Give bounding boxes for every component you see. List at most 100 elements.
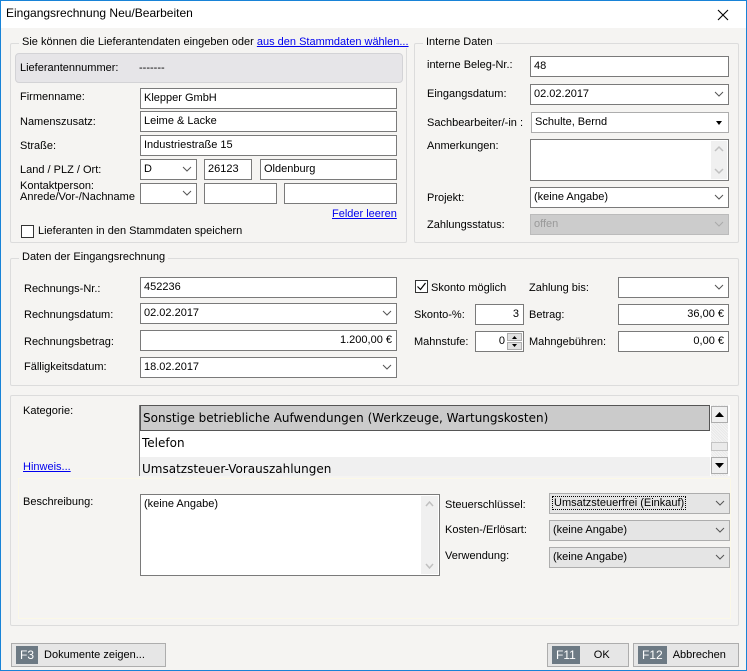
- payment-status-select: offen: [530, 214, 729, 235]
- ok-label: OK: [593, 649, 610, 661]
- close-icon: [717, 9, 729, 21]
- street-label: Straße:: [20, 140, 57, 152]
- ok-button[interactable]: F11 OK: [547, 643, 629, 667]
- clear-fields-link[interactable]: Felder leeren: [332, 208, 397, 220]
- pay-by-label: Zahlung bis:: [529, 282, 589, 294]
- payment-status-label: Zahlungsstatus:: [427, 219, 505, 231]
- street-input[interactable]: Industriestraße 15: [140, 135, 397, 156]
- dunning-fee-label: Mahngebühren:: [529, 336, 607, 348]
- chevron-down-icon: [714, 91, 724, 97]
- save-supplier-checkbox[interactable]: [21, 225, 34, 238]
- description-label: Beschreibung:: [23, 496, 94, 508]
- company-label: Firmenname:: [20, 91, 85, 103]
- doc-no-input[interactable]: 48: [530, 56, 729, 77]
- doc-no-label: interne Beleg-Nr.:: [427, 59, 513, 71]
- notes-label: Anmerkungen:: [427, 140, 499, 152]
- chevron-down-icon: [715, 554, 725, 560]
- pay-by-picker[interactable]: [618, 277, 729, 298]
- dunning-level-label: Mahnstufe:: [414, 336, 469, 348]
- show-documents-label: Dokumente zeigen...: [44, 649, 145, 661]
- notes-scrollbar[interactable]: [711, 141, 727, 179]
- scroll-up-icon: [425, 500, 434, 507]
- cost-type-select[interactable]: (keine Angabe): [549, 520, 730, 541]
- contact-label-line2: Anrede/Vor-/Nachname: [20, 191, 135, 203]
- cost-type-label: Kosten-/Erlösart:: [445, 524, 527, 536]
- country-select[interactable]: D: [140, 159, 197, 180]
- lastname-input[interactable]: [284, 183, 397, 204]
- category-scrollbar[interactable]: [711, 405, 728, 476]
- category-label: Kategorie:: [23, 405, 74, 417]
- f11-key-badge: F11: [552, 646, 580, 664]
- window-title: Eingangsrechnung Neu/Bearbeiten: [6, 6, 193, 20]
- arrow-up-icon: [512, 336, 517, 339]
- description-textarea[interactable]: (keine Angabe): [140, 494, 440, 576]
- chevron-down-icon: [714, 284, 724, 290]
- discount-amount-input[interactable]: 36,00 €: [618, 304, 729, 325]
- name-suffix-input[interactable]: Leime & Lacke: [140, 111, 397, 132]
- notes-textarea[interactable]: [530, 139, 729, 181]
- category-item-selected[interactable]: Sonstige betriebliche Aufwendungen (Werk…: [140, 405, 710, 431]
- internal-data-legend: Interne Daten: [423, 36, 496, 48]
- dunning-fee-input[interactable]: 0,00 €: [618, 331, 729, 352]
- country-zip-city-label: Land / PLZ / Ort:: [20, 164, 102, 176]
- supplier-number-value: -------: [139, 62, 165, 74]
- chevron-down-icon: [714, 221, 724, 227]
- description-scrollbar[interactable]: [421, 496, 438, 574]
- zip-input[interactable]: 26123: [204, 159, 252, 180]
- cancel-button[interactable]: F12 Abbrechen: [633, 643, 739, 667]
- hint-link[interactable]: Hinweis...: [23, 461, 71, 473]
- usage-label: Verwendung:: [445, 550, 510, 562]
- scroll-up-button[interactable]: [711, 406, 728, 423]
- invoice-date-picker[interactable]: 02.02.2017: [140, 303, 397, 324]
- scroll-down-button[interactable]: [711, 457, 728, 474]
- title-bar: Eingangsrechnung Neu/Bearbeiten: [1, 0, 746, 28]
- dialog-window: Eingangsrechnung Neu/Bearbeiten Sie könn…: [0, 0, 747, 671]
- cancel-label: Abbrechen: [672, 649, 726, 661]
- clerk-select[interactable]: Schulte, Bernd: [531, 112, 729, 133]
- show-documents-button[interactable]: F3 Dokumente zeigen...: [11, 643, 166, 667]
- due-date-picker[interactable]: 18.02.2017: [140, 357, 397, 378]
- firstname-input[interactable]: [204, 183, 277, 204]
- spin-up-button[interactable]: [507, 333, 522, 341]
- chevron-down-icon: [182, 166, 192, 172]
- scroll-thumb[interactable]: [711, 442, 728, 451]
- company-input[interactable]: Klepper GmbH: [140, 88, 397, 109]
- checkmark-icon: [417, 282, 426, 291]
- discount-checkbox[interactable]: [415, 280, 428, 293]
- supplier-legend: Sie können die Lieferantendaten eingeben…: [19, 36, 412, 48]
- discount-label: Skonto möglich: [431, 282, 507, 294]
- chevron-down-icon: [382, 310, 392, 316]
- arrow-down-icon: [715, 463, 724, 468]
- project-label: Projekt:: [427, 192, 465, 204]
- salutation-select[interactable]: [140, 183, 197, 204]
- choose-from-master-data-link[interactable]: aus den Stammdaten wählen...: [257, 36, 409, 48]
- invoice-date-label: Rechnungsdatum:: [24, 309, 114, 321]
- tax-key-select[interactable]: Umsatzsteuerfrei (Einkauf): [549, 493, 730, 514]
- discount-pct-label: Skonto-%:: [414, 309, 465, 321]
- invoice-data-legend: Daten der Eingangsrechnung: [19, 251, 169, 263]
- dunning-level-spinner[interactable]: [507, 333, 522, 350]
- due-date-label: Fälligkeitsdatum:: [24, 361, 107, 373]
- category-list[interactable]: Sonstige betriebliche Aufwendungen (Werk…: [139, 405, 730, 476]
- save-supplier-label: Lieferanten in den Stammdaten speichern: [38, 225, 243, 237]
- chevron-down-icon: [715, 500, 725, 506]
- close-button[interactable]: [700, 1, 746, 29]
- project-select[interactable]: (keine Angabe): [530, 187, 729, 208]
- category-item[interactable]: Umsatzsteuer-Vorauszahlungen: [140, 457, 710, 476]
- scroll-up-icon: [714, 145, 724, 152]
- arrow-up-icon: [715, 412, 724, 417]
- spin-down-button[interactable]: [507, 342, 522, 350]
- receipt-date-picker[interactable]: 02.02.2017: [530, 84, 729, 105]
- usage-select[interactable]: (keine Angabe): [549, 547, 730, 568]
- chevron-down-icon: [382, 364, 392, 370]
- chevron-down-icon: [182, 190, 192, 196]
- invoice-no-input[interactable]: 452236: [140, 277, 397, 298]
- discount-amount-label: Betrag:: [529, 309, 565, 321]
- supplier-number-label: Lieferantennummer:: [20, 62, 119, 74]
- category-item[interactable]: Telefon: [140, 431, 710, 457]
- amount-input[interactable]: 1.200,00 €: [140, 330, 397, 351]
- discount-pct-input[interactable]: 3: [475, 304, 524, 325]
- scroll-down-icon: [714, 168, 724, 175]
- scroll-down-icon: [425, 563, 434, 570]
- city-input[interactable]: Oldenburg: [260, 159, 397, 180]
